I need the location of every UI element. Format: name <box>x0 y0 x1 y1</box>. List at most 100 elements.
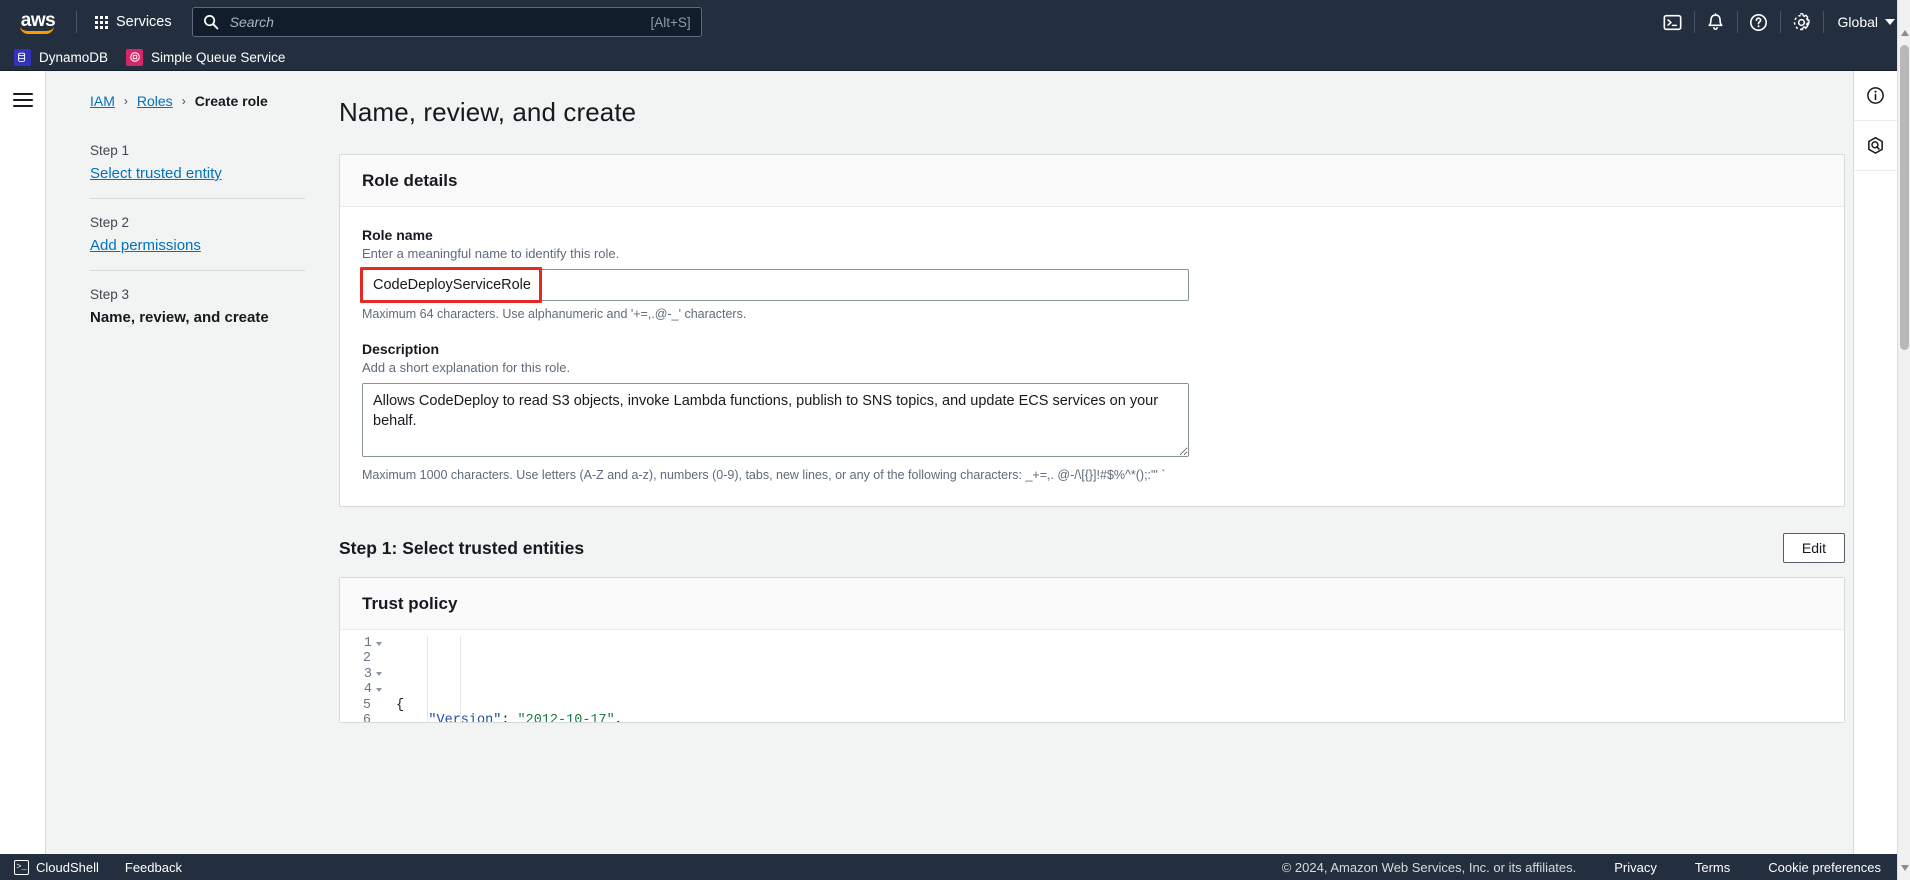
code-line: "Version": "2012-10-17", <box>396 713 1844 722</box>
service-shortcut-label: DynamoDB <box>39 49 109 65</box>
settings-gear-icon <box>1793 12 1810 30</box>
role-details-card: Role details Role name Enter a meaningfu… <box>339 154 1845 507</box>
amazon-q-hexagon-icon <box>1868 136 1883 154</box>
sidebar-item-add-permissions[interactable]: Add permissions <box>90 237 305 254</box>
breadcrumb-item-iam[interactable]: IAM <box>90 93 115 109</box>
description-label: Description <box>362 341 440 357</box>
global-search-box[interactable]: [Alt+S] <box>191 7 702 37</box>
top-navigation-bar: aws Services [Alt+S] <box>0 0 1910 44</box>
role-name-hint: Maximum 64 characters. Use alphanumeric … <box>362 307 747 321</box>
dynamodb-icon <box>14 48 31 66</box>
help-button[interactable] <box>1738 0 1780 44</box>
scroll-down-button[interactable] <box>1898 861 1910 875</box>
page-scrollbar[interactable] <box>1897 0 1910 880</box>
menu-toggle-button[interactable] <box>12 89 33 865</box>
services-menu-button[interactable]: Services <box>87 9 180 35</box>
footer-link-terms[interactable]: Terms <box>1695 860 1730 875</box>
breadcrumb-separator-icon: › <box>123 94 128 108</box>
edit-trusted-entities-button[interactable]: Edit <box>1782 533 1845 563</box>
search-shortcut-hint: [Alt+S] <box>650 14 691 30</box>
trust-policy-card: Trust policy 123456 { "Version": "2012-1… <box>339 577 1845 723</box>
nav-divider <box>76 11 77 33</box>
step-3-number: Step 3 <box>90 287 130 302</box>
service-shortcut-dynamodb[interactable]: DynamoDB <box>14 48 109 66</box>
triangle-down-icon <box>1900 865 1909 871</box>
breadcrumb-item-roles[interactable]: Roles <box>137 93 173 109</box>
code-fold-toggle-icon[interactable] <box>376 672 382 677</box>
role-name-input[interactable] <box>362 269 1189 301</box>
code-token-key: "Version" <box>428 713 502 722</box>
indent-guide <box>460 636 461 722</box>
role-name-label: Role name <box>362 227 433 243</box>
scroll-up-button[interactable] <box>1898 26 1910 40</box>
info-panel-button[interactable] <box>1854 71 1897 121</box>
hamburger-icon-line <box>12 99 33 101</box>
step-2-number: Step 2 <box>90 215 130 230</box>
cloudshell-icon: >_ <box>14 859 29 875</box>
right-side-panel <box>1853 71 1897 865</box>
footer-link-privacy[interactable]: Privacy <box>1614 860 1657 875</box>
wizard-step-2: Step 2 Add permissions <box>90 198 305 270</box>
code-gutter: 123456 <box>340 636 386 722</box>
scrollbar-thumb[interactable] <box>1900 45 1909 350</box>
feedback-button[interactable]: Feedback <box>125 860 182 875</box>
side-rail <box>0 71 46 865</box>
hamburger-icon-line <box>12 105 33 107</box>
info-circle-icon <box>1867 87 1884 104</box>
footer-link-cookie-preferences[interactable]: Cookie preferences <box>1768 860 1881 875</box>
amazon-q-button[interactable] <box>1854 121 1897 171</box>
code-line-number: 6 <box>340 713 382 722</box>
cloudshell-footer-label: CloudShell <box>36 859 99 875</box>
service-shortcut-sqs[interactable]: Simple Queue Service <box>126 48 286 66</box>
code-fold-placeholder <box>375 657 382 662</box>
aws-logo[interactable]: aws <box>14 7 62 37</box>
role-name-input-wrapper <box>360 267 1189 303</box>
services-menu-label: Services <box>116 14 172 30</box>
code-line-number: 1 <box>340 636 382 651</box>
code-fold-toggle-icon[interactable] <box>376 687 382 692</box>
wizard-step-1: Step 1 Select trusted entity <box>90 143 305 198</box>
code-token-pun: , <box>614 713 623 722</box>
step1-section-title: Step 1: Select trusted entities <box>339 537 585 558</box>
service-shortcut-label: Simple Queue Service <box>151 49 286 65</box>
notifications-button[interactable] <box>1695 0 1737 44</box>
description-description: Add a short explanation for this role. <box>362 360 571 375</box>
code-token-pun: : <box>501 713 518 722</box>
code-token-str: "2012-10-17" <box>517 713 615 722</box>
description-hint: Maximum 1000 characters. Use letters (A-… <box>362 468 1166 482</box>
description-textarea[interactable]: Allows CodeDeploy to read S3 objects, in… <box>362 383 1189 457</box>
chevron-down-icon <box>1885 19 1895 25</box>
trust-policy-code-editor[interactable]: 123456 { "Version": "2012-10-17", "State… <box>340 630 1844 722</box>
page-container: IAM › Roles › Create role Step 1 Select … <box>0 71 1897 865</box>
code-token-pun: { <box>396 697 405 713</box>
settings-button[interactable] <box>1781 0 1823 44</box>
grid-apps-icon <box>95 15 108 29</box>
code-line-number: 5 <box>340 698 382 713</box>
code-content[interactable]: { "Version": "2012-10-17", "Statement": … <box>386 636 1844 722</box>
role-details-title: Role details <box>362 171 458 190</box>
code-line-number: 2 <box>340 651 382 666</box>
indent-guide <box>427 636 428 722</box>
step-1-number: Step 1 <box>90 143 130 158</box>
breadcrumb-separator-icon: › <box>181 94 186 108</box>
help-question-icon <box>1750 13 1768 31</box>
code-line-number: 3 <box>340 667 382 682</box>
code-line-number: 4 <box>340 682 382 697</box>
cloudshell-footer-button[interactable]: >_ CloudShell <box>14 859 99 875</box>
code-fold-placeholder <box>375 703 382 708</box>
role-details-card-body: Role name Enter a meaningful name to ide… <box>340 207 1844 506</box>
sidebar-item-name-review-create: Name, review, and create <box>90 309 269 326</box>
notifications-bell-icon <box>1708 12 1723 30</box>
sidebar-item-select-trusted-entity[interactable]: Select trusted entity <box>90 165 305 182</box>
code-fold-toggle-icon[interactable] <box>376 641 382 646</box>
code-token-pun <box>396 713 428 722</box>
cloudshell-button[interactable] <box>1652 0 1694 44</box>
trust-policy-card-header: Trust policy <box>340 578 1844 630</box>
sqs-icon <box>126 48 144 66</box>
wizard-step-3: Step 3 Name, review, and create <box>90 270 305 342</box>
page-title: Name, review, and create <box>339 97 637 127</box>
search-input[interactable] <box>227 13 642 31</box>
aws-logo-smile <box>20 26 54 34</box>
role-details-card-header: Role details <box>340 155 1844 207</box>
hamburger-icon-line <box>12 93 33 95</box>
